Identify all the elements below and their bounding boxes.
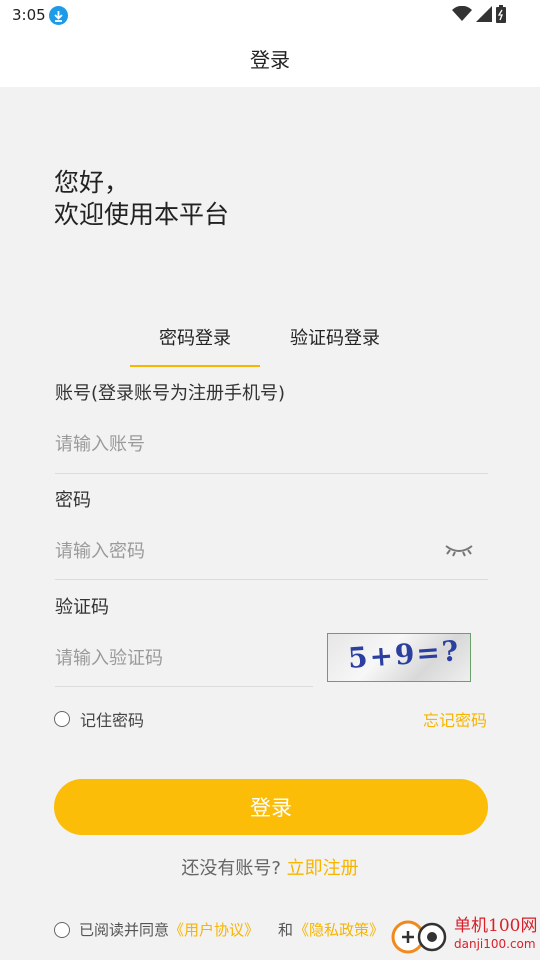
- forgot-password-link[interactable]: 忘记密码: [423, 707, 487, 731]
- download-badge-icon: [49, 6, 68, 25]
- greeting: 您好， 欢迎使用本平台: [54, 167, 229, 231]
- tab-code-login[interactable]: 验证码登录: [270, 322, 400, 367]
- register-prompt: 还没有账号? 立即注册: [0, 854, 540, 880]
- captcha-image-text: 5+9=?: [346, 634, 462, 675]
- account-label: 账号(登录账号为注册手机号): [55, 383, 286, 404]
- password-input[interactable]: [55, 537, 435, 565]
- agreement-prefix: 已阅读并同意: [79, 921, 170, 939]
- agreement-radio[interactable]: [54, 921, 70, 938]
- register-link[interactable]: 立即注册: [287, 858, 359, 879]
- active-tab-underline: [130, 365, 260, 367]
- account-divider: [55, 473, 488, 474]
- register-prompt-text: 还没有账号?: [181, 858, 281, 879]
- app-bar: 登录: [0, 30, 540, 87]
- password-divider: [55, 579, 488, 580]
- password-label: 密码: [55, 490, 91, 511]
- agreement-row: 已阅读并同意 《用户协议》 和 《隐私政策》: [54, 919, 384, 940]
- status-bar: 3:05: [0, 0, 540, 30]
- eye-closed-icon[interactable]: [444, 540, 474, 558]
- watermark: 单机100网 danji100.com: [390, 915, 537, 955]
- watermark-name: 单机100网: [454, 916, 538, 936]
- page-title: 登录: [250, 48, 290, 72]
- captcha-divider: [55, 686, 313, 687]
- login-tabs: 密码登录 验证码登录: [130, 322, 400, 367]
- tab-password-login-label: 密码登录: [159, 328, 231, 349]
- tab-code-login-label: 验证码登录: [290, 328, 380, 349]
- battery-icon: [496, 5, 506, 23]
- watermark-url: danji100.com: [454, 937, 536, 951]
- status-time: 3:05: [12, 6, 46, 24]
- captcha-input[interactable]: [55, 644, 305, 672]
- wifi-icon: [452, 6, 472, 21]
- remember-label: 记住密码: [80, 711, 145, 730]
- greeting-line-2: 欢迎使用本平台: [54, 200, 230, 229]
- user-agreement-link[interactable]: 《用户协议》: [169, 919, 259, 940]
- signal-icon: [476, 6, 492, 22]
- remember-radio[interactable]: [54, 711, 70, 727]
- greeting-line-1: 您好，: [54, 168, 130, 197]
- account-input[interactable]: [55, 430, 485, 458]
- agreement-and: 和: [278, 921, 294, 939]
- privacy-policy-link[interactable]: 《隐私政策》: [294, 919, 384, 940]
- captcha-label: 验证码: [55, 597, 109, 618]
- login-button[interactable]: 登录: [54, 779, 488, 835]
- tab-password-login[interactable]: 密码登录: [130, 322, 260, 367]
- captcha-image[interactable]: 5+9=?: [327, 633, 471, 682]
- status-icons: [452, 5, 506, 23]
- watermark-logo-icon: [391, 920, 447, 954]
- remember-password[interactable]: 记住密码: [54, 707, 144, 731]
